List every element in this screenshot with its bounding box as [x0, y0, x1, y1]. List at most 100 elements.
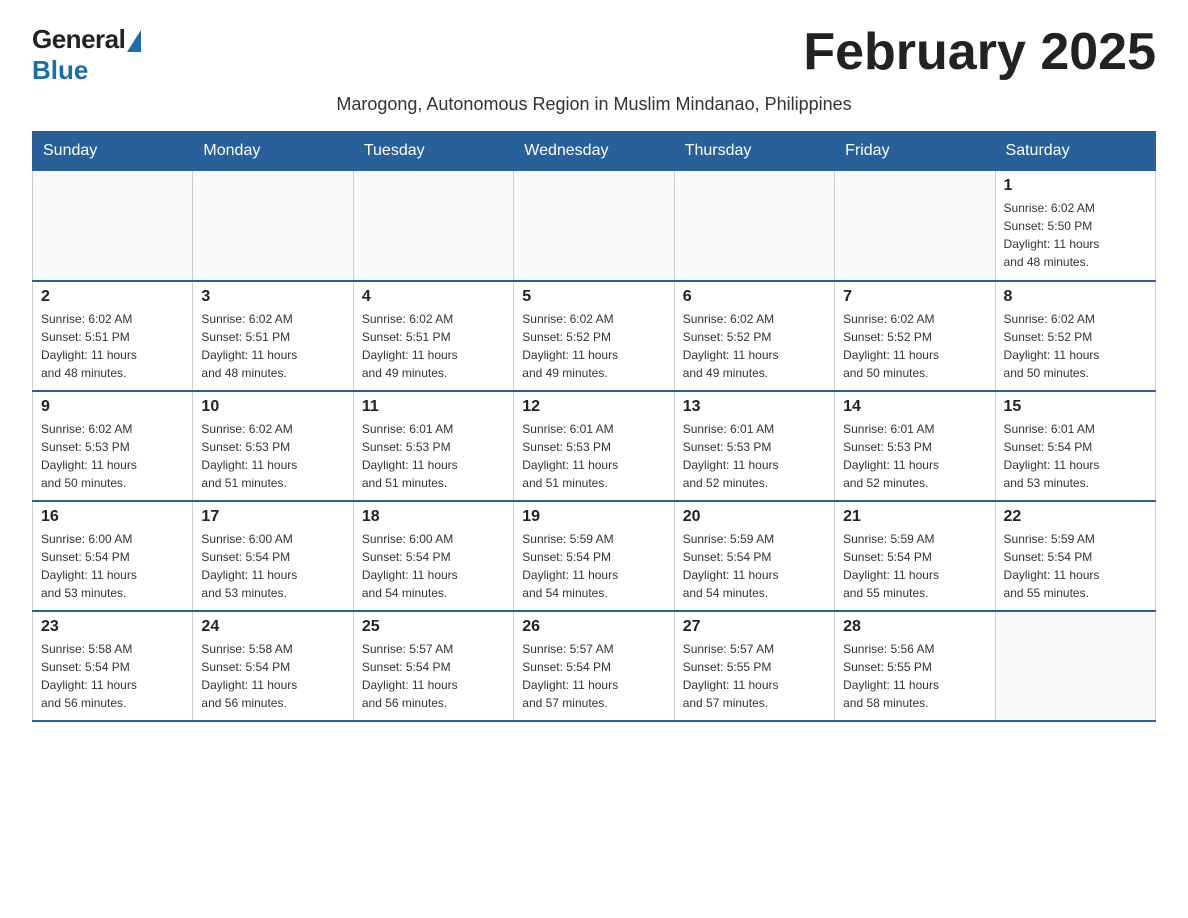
calendar-cell-w4-d1: 16Sunrise: 6:00 AM Sunset: 5:54 PM Dayli…	[33, 501, 193, 611]
day-number: 25	[362, 618, 505, 636]
week-row-2: 2 Sunrise: 6:02 AM Sunset: 5:51 PM Daylig…	[33, 281, 1156, 391]
calendar-cell-w3-d6: 14 Sunrise: 6:01 AM Sunset: 5:53 PM Dayli…	[835, 391, 995, 501]
day-number: 27	[683, 618, 826, 636]
day-info: Sunrise: 5:58 AM Sunset: 5:54 PM Dayligh…	[41, 640, 184, 712]
day-number: 13	[683, 398, 826, 416]
day-number: 9	[41, 398, 184, 416]
page-title: February 2025	[803, 24, 1156, 81]
calendar-cell-w2-d7: 8 Sunrise: 6:02 AM Sunset: 5:52 PM Daylig…	[995, 281, 1155, 391]
calendar-header: SundayMondayTuesdayWednesdayThursdayFrid…	[33, 132, 1156, 171]
calendar-cell-w2-d5: 6Sunrise: 6:02 AM Sunset: 5:52 PM Daylig…	[674, 281, 834, 391]
day-info: Sunrise: 5:59 AM Sunset: 5:54 PM Dayligh…	[1004, 530, 1147, 602]
day-number: 8	[1004, 288, 1147, 306]
calendar-cell-w5-d5: 27 Sunrise: 5:57 AM Sunset: 5:55 PM Dayli…	[674, 611, 834, 721]
calendar-cell-w5-d1: 23Sunrise: 5:58 AM Sunset: 5:54 PM Dayli…	[33, 611, 193, 721]
logo-general-text: General	[32, 24, 125, 55]
day-info: Sunrise: 6:02 AM Sunset: 5:51 PM Dayligh…	[41, 310, 184, 382]
day-info: Sunrise: 6:00 AM Sunset: 5:54 PM Dayligh…	[362, 530, 505, 602]
day-info: Sunrise: 5:57 AM Sunset: 5:55 PM Dayligh…	[683, 640, 826, 712]
day-number: 21	[843, 508, 986, 526]
weekday-header-row: SundayMondayTuesdayWednesdayThursdayFrid…	[33, 132, 1156, 171]
day-number: 17	[201, 508, 344, 526]
day-number: 22	[1004, 508, 1147, 526]
calendar-cell-w5-d4: 26 Sunrise: 5:57 AM Sunset: 5:54 PM Dayli…	[514, 611, 674, 721]
day-number: 3	[201, 288, 344, 306]
day-number: 10	[201, 398, 344, 416]
day-info: Sunrise: 5:57 AM Sunset: 5:54 PM Dayligh…	[362, 640, 505, 712]
day-number: 15	[1004, 398, 1147, 416]
header-monday: Monday	[193, 132, 353, 171]
day-number: 19	[522, 508, 665, 526]
day-number: 28	[843, 618, 986, 636]
day-info: Sunrise: 6:00 AM Sunset: 5:54 PM Dayligh…	[201, 530, 344, 602]
calendar-cell-w1-d3	[353, 171, 513, 281]
week-row-3: 9 Sunrise: 6:02 AM Sunset: 5:53 PM Daylig…	[33, 391, 1156, 501]
calendar-cell-w4-d6: 21 Sunrise: 5:59 AM Sunset: 5:54 PM Dayli…	[835, 501, 995, 611]
day-number: 11	[362, 398, 505, 416]
calendar-cell-w3-d4: 12Sunrise: 6:01 AM Sunset: 5:53 PM Dayli…	[514, 391, 674, 501]
logo-blue-text: Blue	[32, 55, 88, 86]
day-number: 26	[522, 618, 665, 636]
day-info: Sunrise: 5:59 AM Sunset: 5:54 PM Dayligh…	[683, 530, 826, 602]
calendar-table: SundayMondayTuesdayWednesdayThursdayFrid…	[32, 131, 1156, 722]
day-info: Sunrise: 6:01 AM Sunset: 5:54 PM Dayligh…	[1004, 420, 1147, 492]
calendar-cell-w3-d5: 13 Sunrise: 6:01 AM Sunset: 5:53 PM Dayli…	[674, 391, 834, 501]
day-number: 24	[201, 618, 344, 636]
logo-triangle-icon	[127, 30, 141, 52]
calendar-cell-w4-d5: 20Sunrise: 5:59 AM Sunset: 5:54 PM Dayli…	[674, 501, 834, 611]
day-number: 16	[41, 508, 184, 526]
logo: General Blue	[32, 24, 141, 86]
calendar-cell-w5-d2: 24 Sunrise: 5:58 AM Sunset: 5:54 PM Dayli…	[193, 611, 353, 721]
day-number: 5	[522, 288, 665, 306]
calendar-cell-w3-d2: 10 Sunrise: 6:02 AM Sunset: 5:53 PM Dayli…	[193, 391, 353, 501]
subtitle: Marogong, Autonomous Region in Muslim Mi…	[32, 94, 1156, 115]
day-number: 2	[41, 288, 184, 306]
calendar-cell-w1-d6	[835, 171, 995, 281]
calendar-cell-w5-d6: 28 Sunrise: 5:56 AM Sunset: 5:55 PM Dayli…	[835, 611, 995, 721]
day-info: Sunrise: 5:59 AM Sunset: 5:54 PM Dayligh…	[522, 530, 665, 602]
day-info: Sunrise: 6:02 AM Sunset: 5:51 PM Dayligh…	[201, 310, 344, 382]
day-info: Sunrise: 5:59 AM Sunset: 5:54 PM Dayligh…	[843, 530, 986, 602]
header-sunday: Sunday	[33, 132, 193, 171]
day-info: Sunrise: 6:02 AM Sunset: 5:52 PM Dayligh…	[683, 310, 826, 382]
day-info: Sunrise: 6:02 AM Sunset: 5:52 PM Dayligh…	[1004, 310, 1147, 382]
day-info: Sunrise: 6:01 AM Sunset: 5:53 PM Dayligh…	[683, 420, 826, 492]
week-row-4: 16 Sunrise: 6:00 AM Sunset: 5:54 PM Dayli…	[33, 501, 1156, 611]
day-info: Sunrise: 6:01 AM Sunset: 5:53 PM Dayligh…	[843, 420, 986, 492]
day-info: Sunrise: 6:01 AM Sunset: 5:53 PM Dayligh…	[362, 420, 505, 492]
calendar-cell-w4-d7: 22 Sunrise: 5:59 AM Sunset: 5:54 PM Dayli…	[995, 501, 1155, 611]
header-thursday: Thursday	[674, 132, 834, 171]
calendar-cell-w1-d7: 1Sunrise: 6:02 AM Sunset: 5:50 PM Daylig…	[995, 171, 1155, 281]
week-row-1: 1Sunrise: 6:02 AM Sunset: 5:50 PM Daylig…	[33, 171, 1156, 281]
day-number: 4	[362, 288, 505, 306]
day-number: 14	[843, 398, 986, 416]
day-info: Sunrise: 6:02 AM Sunset: 5:51 PM Dayligh…	[362, 310, 505, 382]
day-number: 7	[843, 288, 986, 306]
day-info: Sunrise: 6:02 AM Sunset: 5:53 PM Dayligh…	[41, 420, 184, 492]
calendar-cell-w5-d3: 25 Sunrise: 5:57 AM Sunset: 5:54 PM Dayli…	[353, 611, 513, 721]
calendar-cell-w3-d1: 9 Sunrise: 6:02 AM Sunset: 5:53 PM Daylig…	[33, 391, 193, 501]
day-info: Sunrise: 6:02 AM Sunset: 5:53 PM Dayligh…	[201, 420, 344, 492]
day-info: Sunrise: 6:01 AM Sunset: 5:53 PM Dayligh…	[522, 420, 665, 492]
calendar-cell-w4-d3: 18 Sunrise: 6:00 AM Sunset: 5:54 PM Dayli…	[353, 501, 513, 611]
day-info: Sunrise: 5:56 AM Sunset: 5:55 PM Dayligh…	[843, 640, 986, 712]
calendar-cell-w2-d3: 4 Sunrise: 6:02 AM Sunset: 5:51 PM Daylig…	[353, 281, 513, 391]
calendar-cell-w1-d2	[193, 171, 353, 281]
page-header: General Blue February 2025	[32, 24, 1156, 86]
header-tuesday: Tuesday	[353, 132, 513, 171]
calendar-cell-w5-d7	[995, 611, 1155, 721]
header-friday: Friday	[835, 132, 995, 171]
calendar-cell-w3-d7: 15 Sunrise: 6:01 AM Sunset: 5:54 PM Dayli…	[995, 391, 1155, 501]
calendar-cell-w2-d4: 5Sunrise: 6:02 AM Sunset: 5:52 PM Daylig…	[514, 281, 674, 391]
header-wednesday: Wednesday	[514, 132, 674, 171]
day-info: Sunrise: 5:57 AM Sunset: 5:54 PM Dayligh…	[522, 640, 665, 712]
calendar-cell-w2-d6: 7 Sunrise: 6:02 AM Sunset: 5:52 PM Daylig…	[835, 281, 995, 391]
calendar-body: 1Sunrise: 6:02 AM Sunset: 5:50 PM Daylig…	[33, 171, 1156, 721]
day-info: Sunrise: 6:02 AM Sunset: 5:50 PM Dayligh…	[1004, 199, 1147, 271]
header-saturday: Saturday	[995, 132, 1155, 171]
day-info: Sunrise: 5:58 AM Sunset: 5:54 PM Dayligh…	[201, 640, 344, 712]
day-number: 18	[362, 508, 505, 526]
calendar-cell-w2-d1: 2 Sunrise: 6:02 AM Sunset: 5:51 PM Daylig…	[33, 281, 193, 391]
day-info: Sunrise: 6:02 AM Sunset: 5:52 PM Dayligh…	[843, 310, 986, 382]
calendar-cell-w1-d1	[33, 171, 193, 281]
